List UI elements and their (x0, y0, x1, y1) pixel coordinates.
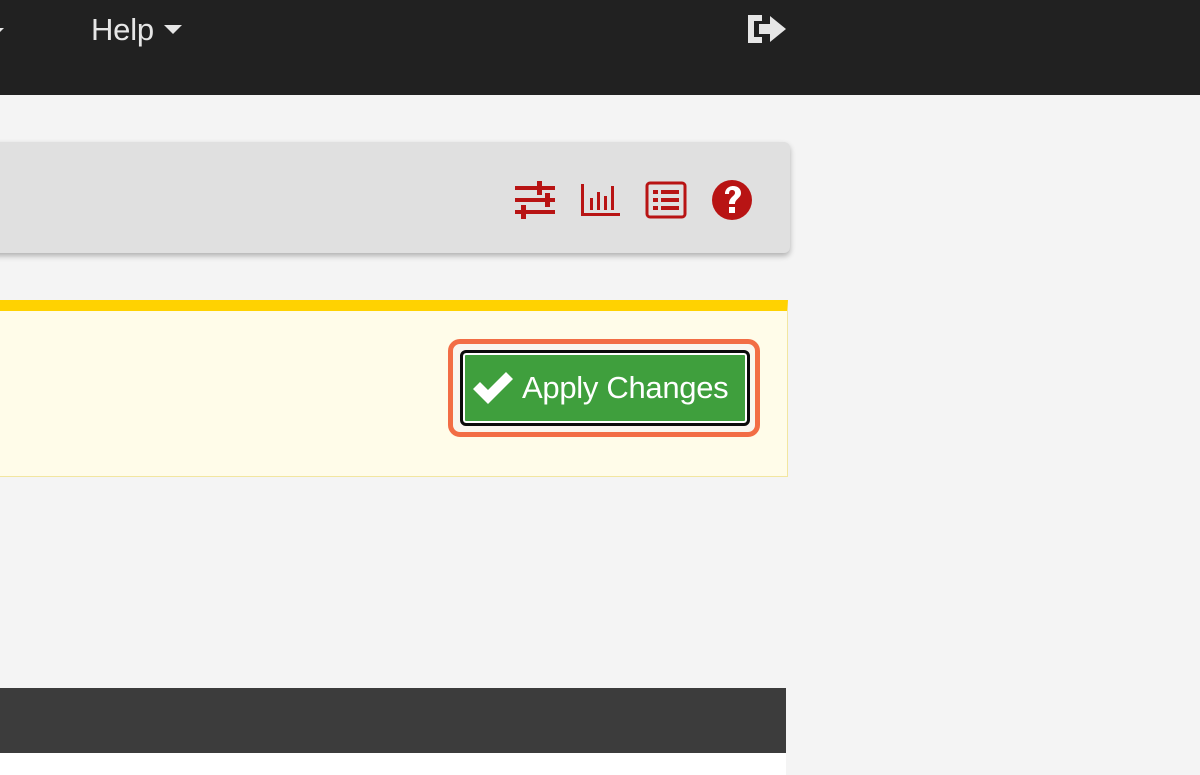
apply-changes-label: Apply Changes (522, 370, 729, 405)
nav-help-label: Help (91, 12, 154, 47)
bar-chart-icon[interactable] (578, 178, 622, 222)
caret-down-icon (163, 25, 182, 34)
table-body (0, 753, 786, 775)
table-header-bar (0, 688, 786, 753)
nav-help-menu[interactable]: Help (91, 10, 182, 50)
top-navbar: Help (0, 0, 1200, 95)
caret-down-icon[interactable] (0, 22, 4, 38)
question-circle-icon[interactable] (710, 178, 754, 222)
list-icon[interactable] (644, 178, 688, 222)
sliders-icon[interactable] (513, 178, 557, 222)
apply-changes-button[interactable]: Apply Changes (460, 350, 750, 426)
sign-out-icon[interactable] (744, 10, 790, 48)
check-icon (473, 372, 513, 404)
